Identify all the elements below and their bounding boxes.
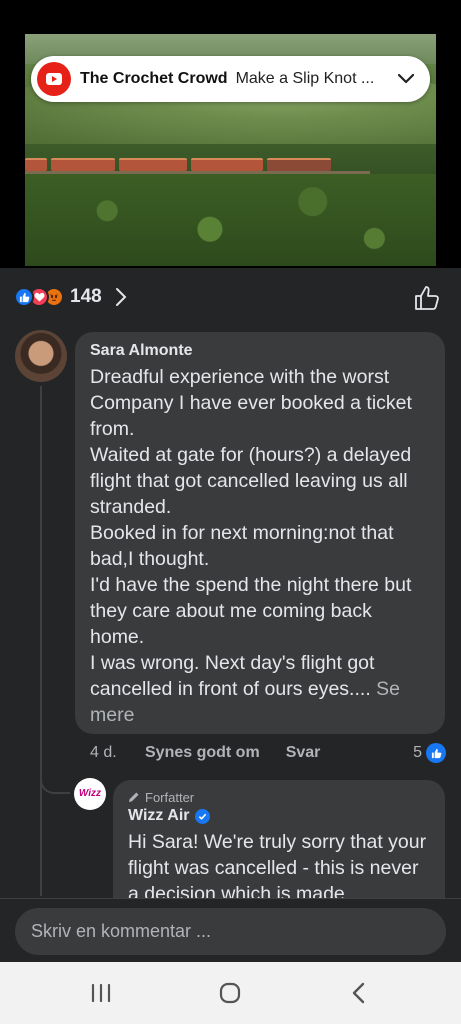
reply-text: Hi Sara! We're truly sorry that your fli…	[128, 831, 427, 905]
comment-input[interactable]: Skriv en kommentar ...	[15, 908, 446, 955]
thread-line	[40, 386, 42, 896]
chevron-down-icon[interactable]	[396, 69, 416, 89]
train-car	[25, 158, 47, 171]
wizz-logo-text: Wizz	[78, 788, 102, 799]
like-icon	[426, 743, 446, 763]
chevron-right-icon	[114, 287, 128, 307]
comment-paragraph: Waited at gate for (hours?) a delayed fl…	[90, 444, 412, 518]
thread-connector	[40, 760, 70, 794]
recent-apps-icon[interactable]	[88, 980, 114, 1006]
comment-paragraph-last: I was wrong. Next day's flight got cance…	[90, 650, 431, 728]
reply-button[interactable]: Svar	[286, 744, 321, 762]
avatar[interactable]	[15, 330, 67, 382]
pencil-icon	[129, 792, 139, 802]
comment-composer: Skriv en kommentar ...	[0, 898, 461, 962]
verified-icon	[195, 808, 211, 824]
reaction-count: 148	[70, 286, 102, 307]
youtube-link-bar[interactable]: The Crochet Crowd Make a Slip Knot ...	[31, 56, 430, 102]
reply-author-row: Wizz Air	[128, 807, 431, 825]
like-icon	[14, 287, 34, 307]
channel-name: The Crochet Crowd	[80, 70, 228, 87]
youtube-icon	[37, 62, 71, 96]
back-icon[interactable]	[346, 980, 372, 1006]
thumbnail-track	[25, 171, 370, 174]
video-title: Make a Slip Knot ...	[235, 70, 375, 87]
comments-panel: 148 Sara Almonte Dreadful experience wit…	[0, 268, 461, 962]
video-area: The Crochet Crowd Make a Slip Knot ...	[0, 0, 461, 268]
train-car	[119, 158, 187, 171]
comment-timestamp[interactable]: 4 d.	[90, 744, 145, 762]
train-locomotive	[267, 158, 331, 171]
comment-text: Dreadful experience with the worst Compa…	[90, 364, 431, 728]
comment-paragraph: I was wrong. Next day's flight got cance…	[90, 652, 375, 700]
comment-paragraph: Booked in for next morning:not that bad,…	[90, 522, 394, 570]
author-badge: Forfatter	[128, 789, 431, 805]
like-count-value: 5	[413, 744, 422, 761]
comment-bubble: Sara Almonte Dreadful experience with th…	[75, 332, 445, 734]
comment-paragraph: I'd have the spend the night there but t…	[90, 574, 412, 648]
reply-author[interactable]: Wizz Air	[128, 807, 189, 825]
home-icon[interactable]	[217, 980, 243, 1006]
like-post-icon[interactable]	[413, 284, 441, 312]
comment-author[interactable]: Sara Almonte	[90, 341, 431, 361]
comment-paragraph: Dreadful experience with the worst Compa…	[90, 366, 412, 440]
author-badge-label: Forfatter	[145, 789, 195, 805]
train-car	[191, 158, 263, 171]
thumbnail-forest	[25, 174, 436, 266]
avatar[interactable]: Wizz	[74, 778, 106, 810]
system-nav-bar	[0, 962, 461, 1024]
like-comment-button[interactable]: Synes godt om	[145, 744, 260, 762]
comment-actions: 4 d. Synes godt om Svar 5	[90, 740, 446, 766]
comment-like-count[interactable]: 5	[413, 743, 446, 763]
reactions-summary[interactable]: 148	[14, 282, 128, 312]
train-car	[51, 158, 115, 171]
